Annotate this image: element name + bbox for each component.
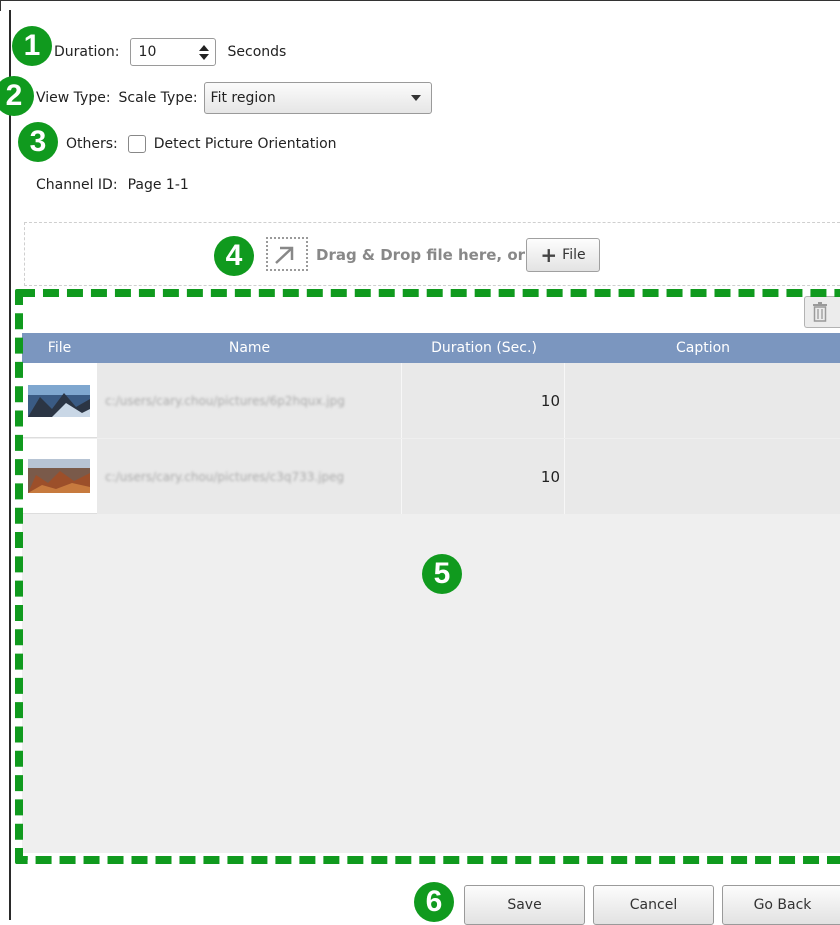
callout-badge-4: 4: [214, 236, 254, 276]
plus-icon: +: [540, 243, 558, 267]
channel-id-value: Page 1-1: [127, 177, 189, 193]
duration-unit: Seconds: [227, 44, 287, 60]
duration-label: Duration:: [54, 44, 120, 60]
duration-row: Duration: 10 Seconds: [54, 38, 286, 66]
window-left-border: [9, 10, 11, 920]
cancel-button[interactable]: Cancel: [593, 885, 714, 925]
duration-stepper[interactable]: 10: [129, 38, 216, 66]
window-frame: [0, 0, 840, 11]
callout-badge-2: 2: [0, 76, 34, 116]
detect-orientation-checkbox[interactable]: [127, 135, 146, 153]
add-file-label: File: [562, 247, 586, 263]
channel-id-row: Channel ID: Page 1-1: [36, 173, 189, 197]
arrow-up-icon[interactable]: [198, 44, 209, 51]
view-type-label: View Type:: [36, 90, 111, 106]
view-type-row: View Type: Scale Type: Fit region: [36, 82, 432, 114]
callout-badge-6: 6: [414, 882, 454, 922]
drag-drop-icon: [266, 237, 308, 271]
others-row: Others: Detect Picture Orientation: [66, 132, 337, 156]
scale-type-label: Scale Type:: [118, 90, 198, 106]
scale-type-select[interactable]: Fit region: [203, 82, 432, 114]
save-button[interactable]: Save: [464, 885, 585, 925]
callout-badge-5: 5: [422, 554, 462, 594]
callout-badge-1: 1: [12, 26, 52, 66]
stepper-arrows[interactable]: [198, 44, 209, 60]
chevron-down-icon[interactable]: [410, 95, 421, 101]
detect-orientation-label[interactable]: Detect Picture Orientation: [154, 136, 337, 152]
duration-value[interactable]: 10: [139, 44, 157, 60]
channel-id-label: Channel ID:: [36, 177, 118, 193]
scale-type-value: Fit region: [210, 90, 276, 106]
add-file-button[interactable]: + File: [526, 238, 600, 272]
go-back-button[interactable]: Go Back: [722, 885, 840, 925]
drop-zone-text: Drag & Drop file here, or: [316, 246, 526, 264]
arrow-down-icon[interactable]: [198, 53, 209, 60]
others-label: Others:: [66, 136, 118, 152]
callout-badge-3: 3: [18, 122, 58, 162]
